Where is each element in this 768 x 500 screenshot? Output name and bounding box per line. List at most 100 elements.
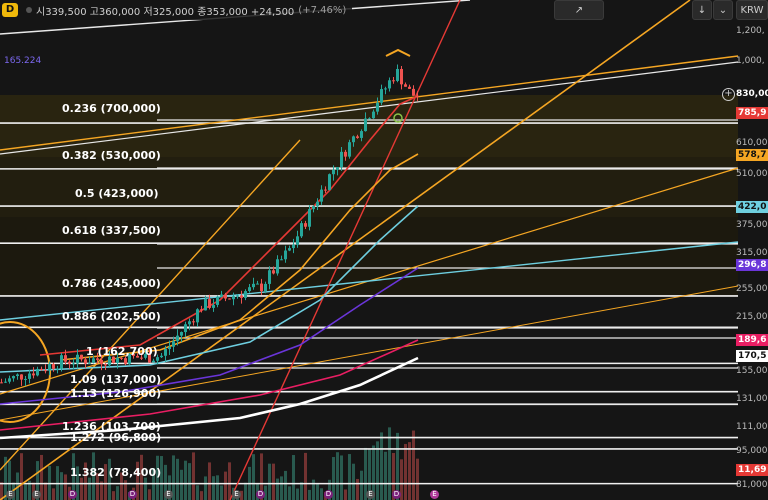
volume-bar (280, 476, 283, 500)
volume-bar (200, 491, 203, 500)
volume-bar (356, 478, 359, 500)
price-axis-tick: 215,00 (736, 312, 768, 322)
candle-body (152, 360, 155, 363)
price-axis-tick: 830,00 (736, 89, 768, 99)
candle-body (388, 80, 391, 89)
volume-bar (216, 475, 219, 500)
volume-bar (220, 485, 223, 500)
candle-body (380, 89, 383, 103)
candle-body (288, 248, 291, 251)
dividend-marker-icon[interactable]: D (324, 490, 333, 499)
fib-level-label: 1.13 (126,900) (70, 387, 162, 400)
event-marker-icon[interactable]: E (164, 490, 173, 499)
candle-body (52, 363, 55, 369)
volume-bar (180, 469, 183, 500)
volume-bar (344, 489, 347, 500)
price-axis-tick: 131,00 (736, 394, 768, 404)
candle-body (56, 368, 59, 370)
volume-bar (416, 458, 419, 500)
candle-body (280, 259, 283, 261)
candle-body (116, 357, 119, 363)
candle-body (336, 167, 339, 170)
fib-level-label: 1.382 (78,400) (70, 466, 162, 479)
download-button[interactable]: ↓ (692, 0, 712, 20)
draw-tool-button[interactable]: ↗ (554, 0, 604, 20)
volume-bar (192, 452, 195, 500)
candle-body (124, 358, 127, 364)
candle-body (12, 376, 15, 379)
symbol-badge[interactable]: D (2, 3, 18, 17)
dividend-marker-icon[interactable]: D (128, 490, 137, 499)
candle-body (4, 381, 7, 383)
volume-bar (108, 458, 111, 500)
candle-body (272, 270, 275, 274)
candle-body (308, 209, 311, 227)
candle-body (228, 298, 231, 300)
fib-level-label: 0.236 (700,000) (62, 102, 161, 115)
candle-body (40, 368, 43, 371)
candle-body (236, 295, 239, 297)
add-alert-icon[interactable]: + (722, 88, 735, 101)
candle-body (72, 363, 75, 365)
volume-bar (148, 489, 151, 500)
candle-body (84, 359, 87, 364)
price-axis-tick: 81,000 (736, 480, 768, 490)
price-axis-tick: 375,00 (736, 220, 768, 230)
volume-bar (288, 486, 291, 500)
ma-value-label: 165.224 (4, 56, 42, 66)
candle-body (240, 295, 243, 298)
volume-bar (404, 443, 407, 500)
price-axis-tick: 610,00 (736, 138, 768, 148)
candle-body (364, 118, 367, 132)
candle-body (44, 370, 47, 372)
volume-bar (300, 482, 303, 500)
dividend-marker-icon[interactable]: D (256, 490, 265, 499)
peak-marker (385, 48, 411, 57)
fib-level-label: 0.382 (530,000) (62, 149, 161, 162)
fib-level-label: 1.272 (96,800) (70, 431, 162, 444)
candle-body (192, 321, 195, 323)
volume-bar (212, 476, 215, 500)
event-marker-icon[interactable]: E (32, 490, 41, 499)
candle-body (32, 373, 35, 376)
event-marker-icon[interactable]: E (232, 490, 241, 499)
volume-bar (80, 477, 83, 500)
volume-bar (408, 442, 411, 500)
volume-bar (308, 489, 311, 500)
candle-body (256, 283, 259, 285)
candle-body (208, 299, 211, 308)
dividend-marker-icon[interactable]: D (392, 490, 401, 499)
candle-body (80, 354, 83, 360)
candle-body (260, 283, 263, 292)
candle-body (360, 131, 363, 138)
currency-button[interactable]: KRW (736, 0, 768, 20)
candle-body (300, 223, 303, 237)
volume-bar (228, 462, 231, 500)
candle-body (68, 361, 71, 364)
price-axis-tick: 155,00 (736, 366, 768, 376)
candle-body (304, 223, 307, 227)
candle-body (180, 332, 183, 336)
candle-body (212, 304, 215, 308)
candle-body (368, 118, 371, 120)
event-marker-icon[interactable]: E (366, 490, 375, 499)
candle-body (160, 355, 163, 358)
candle-body (284, 250, 287, 260)
event-marker-icon[interactable]: E (430, 490, 439, 499)
price-axis-tag: 422,0 (736, 201, 768, 213)
event-marker-icon[interactable]: E (6, 490, 15, 499)
volume-bar (380, 432, 383, 500)
expand-button[interactable]: ⌄ (713, 0, 733, 20)
volume-bar (292, 455, 295, 500)
volume-bar (244, 482, 247, 500)
fib-level-label: 0.886 (202,500) (62, 310, 161, 323)
candle-body (316, 201, 319, 207)
dividend-marker-icon[interactable]: D (68, 490, 77, 499)
candle-body (96, 358, 99, 360)
draw-icon: ↗ (574, 4, 584, 16)
candle-body (248, 287, 251, 292)
candle-body (372, 111, 375, 119)
volume-bar (184, 460, 187, 500)
candle-body (340, 151, 343, 168)
volume-bar (60, 472, 63, 500)
